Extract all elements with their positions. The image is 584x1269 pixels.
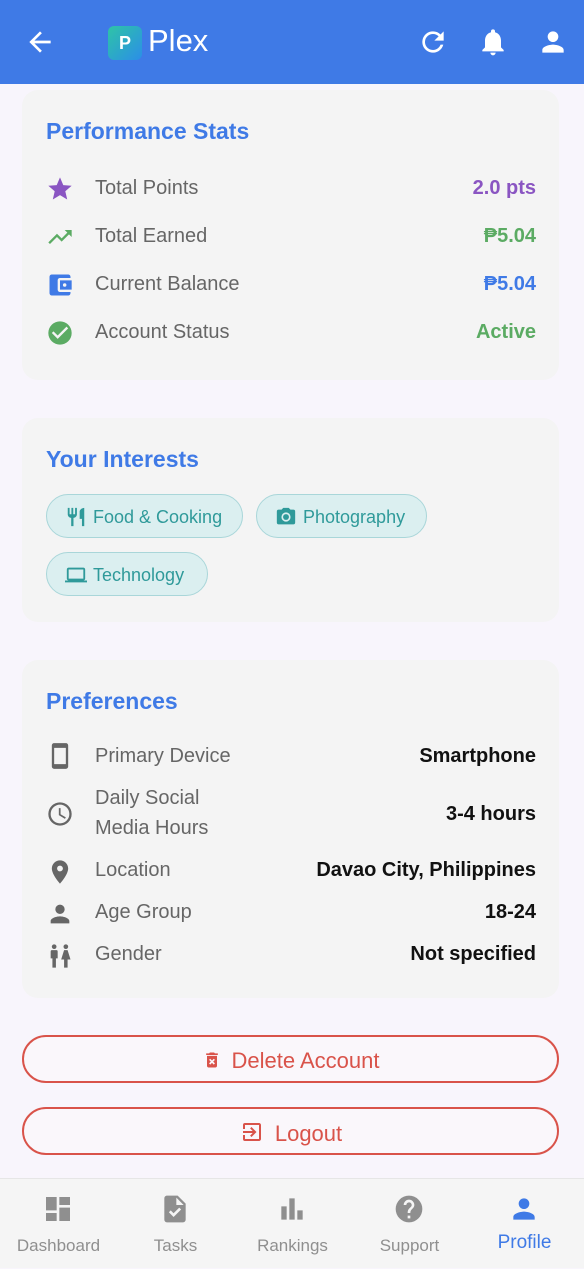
pref-value: 3-4 hours [445, 803, 536, 825]
stat-label: Total Earned [95, 225, 208, 247]
chip-label: Food & Cooking [93, 507, 223, 527]
nav-item-rankings[interactable]: Rankings [234, 1179, 351, 1269]
logout-button[interactable]: Logout [22, 1107, 559, 1155]
laptop-icon [65, 567, 87, 583]
back-arrow-icon[interactable] [24, 26, 56, 58]
bell-icon[interactable] [477, 26, 509, 58]
nav-label: Profile [497, 1232, 552, 1253]
pref-row-location: Location Davao City, Philippines [46, 855, 536, 889]
interests-card: Your Interests Food & Cooking Photograph… [22, 418, 559, 622]
rankings-icon [281, 1198, 303, 1220]
refresh-icon[interactable] [417, 26, 449, 58]
gender-icon [50, 944, 71, 968]
trash-icon [205, 1052, 218, 1068]
pref-row-gender: Gender Not specified [46, 939, 536, 973]
check-circle-icon [48, 321, 72, 345]
utensils-icon [67, 507, 85, 527]
location-pin-icon [51, 860, 69, 884]
bottom-navigation: Dashboard Tasks Rankings Support Profile [0, 1178, 584, 1268]
logout-icon [242, 1123, 261, 1141]
pref-label: Age Group [95, 901, 192, 923]
delete-account-label: Delete Account [231, 1048, 380, 1073]
preferences-card: Preferences Primary Device Smartphone Da… [22, 660, 559, 998]
nav-label: Rankings [257, 1236, 328, 1255]
pref-row-daily-social-media-hours: Daily Social Media Hours 3-4 hours [46, 783, 536, 845]
help-icon [395, 1195, 423, 1223]
stat-label: Account Status [95, 321, 230, 343]
nav-item-support[interactable]: Support [351, 1179, 468, 1269]
stat-label: Total Points [95, 177, 199, 199]
pref-value: Not specified [410, 943, 536, 965]
chip-label: Photography [303, 507, 406, 527]
pref-value: Smartphone [419, 745, 536, 767]
trending-up-icon [48, 230, 72, 244]
nav-label: Support [379, 1236, 440, 1255]
star-icon [48, 177, 72, 200]
stat-row-total-points: Total Points 2.0 pts [46, 171, 536, 207]
wallet-icon [49, 274, 72, 296]
nav-label: Dashboard [16, 1236, 101, 1255]
stat-value: Active [475, 321, 536, 343]
person-icon [50, 904, 70, 924]
clock-icon [48, 802, 72, 826]
delete-account-button[interactable]: Delete Account [22, 1035, 559, 1083]
phone-icon [51, 743, 69, 769]
pref-value: 18-24 [484, 901, 536, 923]
nav-item-tasks[interactable]: Tasks [117, 1179, 234, 1269]
dashboard-icon [46, 1197, 70, 1221]
stat-value: 2.0 pts [472, 177, 536, 199]
pref-row-primary-device: Primary Device Smartphone [46, 739, 536, 773]
stat-value: ₱5.04 [483, 273, 536, 295]
app-bar: P Plex [0, 0, 584, 84]
account-icon[interactable] [537, 26, 569, 58]
nav-label: Tasks [153, 1236, 198, 1255]
camera-icon [276, 507, 296, 525]
logout-label: Logout [274, 1121, 343, 1146]
pref-label: Gender [95, 943, 162, 965]
stat-row-total-earned: Total Earned ₱5.04 [46, 219, 536, 255]
pref-label-line1: Daily Social [95, 787, 200, 809]
pref-row-age-group: Age Group 18-24 [46, 897, 536, 931]
stat-label: Current Balance [95, 273, 240, 295]
performance-stats-card: Performance Stats Total Points 2.0 pts T… [22, 90, 559, 380]
tasks-icon [164, 1195, 186, 1223]
stat-row-account-status: Account Status Active [46, 315, 536, 351]
pref-label: Location [95, 859, 171, 881]
nav-item-profile[interactable]: Profile [466, 1179, 583, 1269]
pref-label-line2: Media Hours [95, 817, 209, 839]
interest-chip-photography[interactable]: Photography [256, 494, 427, 538]
chip-label: Technology [93, 565, 185, 585]
stat-row-current-balance: Current Balance ₱5.04 [46, 267, 536, 303]
interest-chip-technology[interactable]: Technology [46, 552, 208, 596]
performance-stats-title: Performance Stats [46, 118, 250, 144]
preferences-title: Preferences [46, 688, 178, 714]
pref-label: Primary Device [95, 745, 231, 767]
app-title: Plex [148, 23, 209, 58]
profile-icon [513, 1198, 535, 1220]
interests-title: Your Interests [46, 446, 199, 472]
pref-value: Davao City, Philippines [316, 859, 536, 881]
nav-item-dashboard[interactable]: Dashboard [0, 1179, 117, 1269]
stat-value: ₱5.04 [483, 225, 536, 247]
interest-chip-food-cooking[interactable]: Food & Cooking [46, 494, 243, 538]
app-logo: P [108, 26, 142, 60]
